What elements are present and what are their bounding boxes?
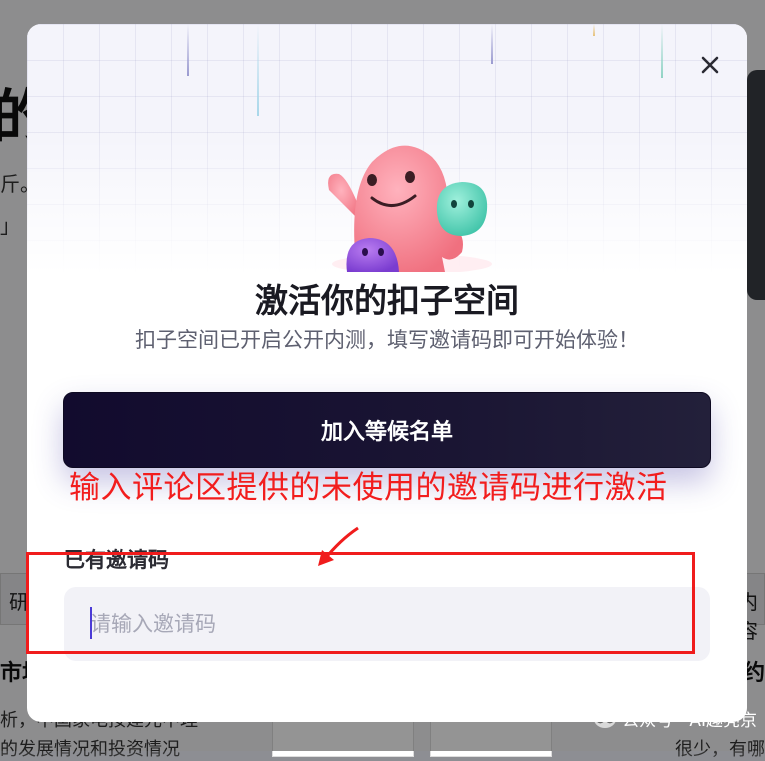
decor-line <box>661 24 663 78</box>
annotation-highlight-box <box>26 552 695 654</box>
decor-line <box>187 24 189 76</box>
close-icon <box>701 56 719 74</box>
decor-line <box>491 24 493 64</box>
modal-title: 激活你的扣子空间 <box>255 281 519 320</box>
modal-subtitle: 扣子空间已开启公开内测，填写邀请码即可开始体验！ <box>135 328 639 352</box>
decor-line <box>593 24 595 36</box>
decor-line <box>257 24 259 116</box>
mascot-illustration <box>328 145 492 272</box>
close-button[interactable] <box>695 50 725 80</box>
join-waitlist-button[interactable]: 加入等候名单 <box>63 392 711 468</box>
